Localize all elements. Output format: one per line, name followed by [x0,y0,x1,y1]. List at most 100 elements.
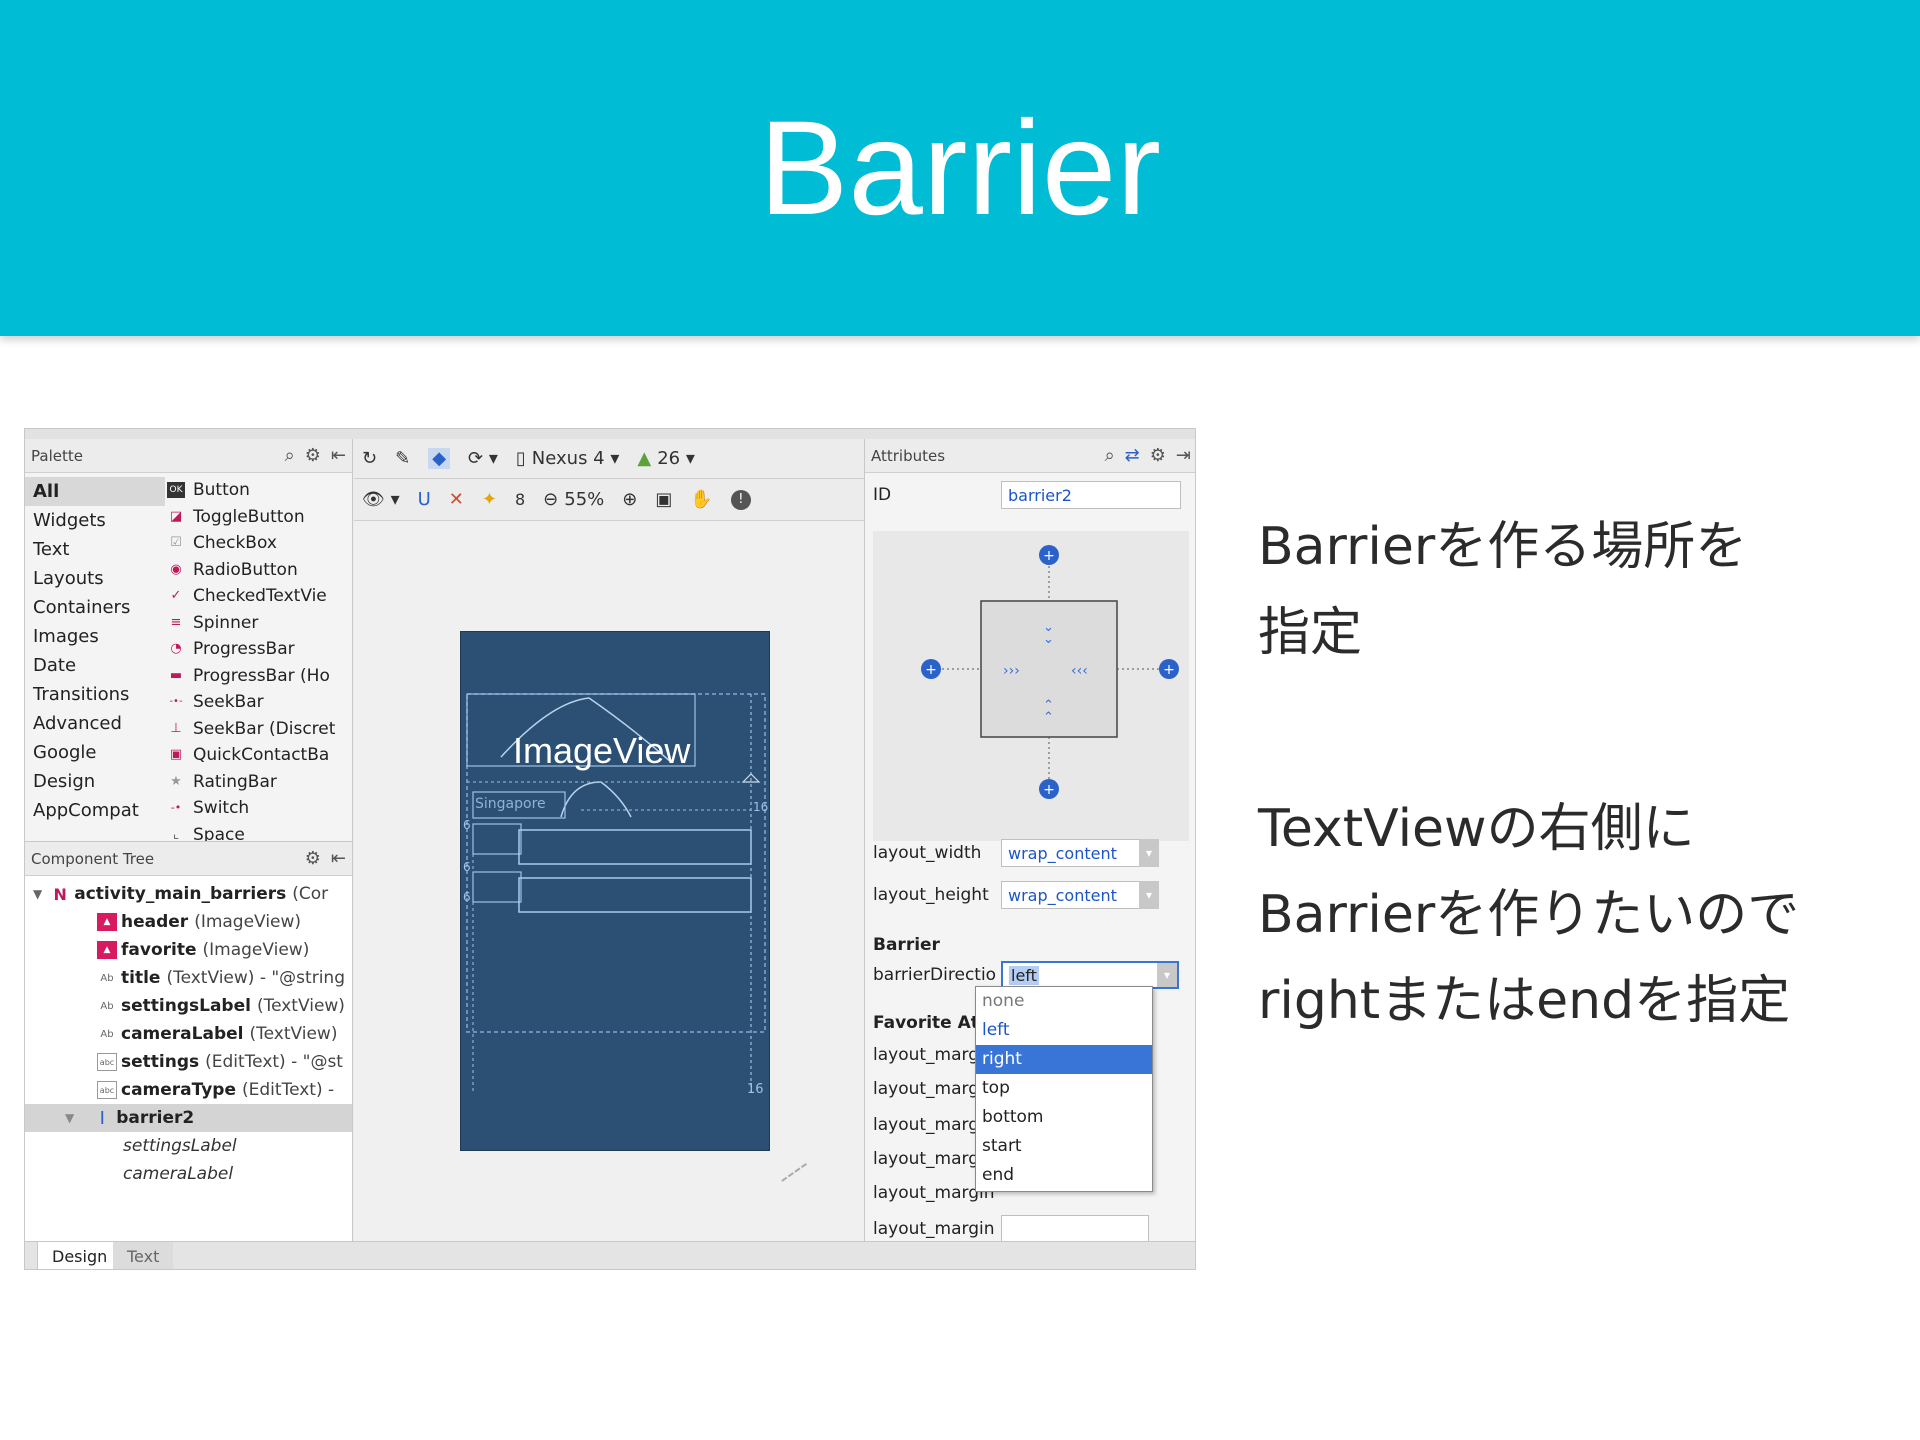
palette-category-advanced[interactable]: Advanced [25,709,165,738]
blueprint-phone[interactable]: ImageView Singapore 16 16 6 6 6 [460,631,770,1151]
table-row[interactable]: abc cameraType (EditText) - [25,1076,352,1104]
refresh-icon[interactable]: ↻ [362,448,377,469]
palette-item[interactable]: OK Button [167,477,353,504]
palette-category-transitions[interactable]: Transitions [25,680,165,709]
palette-category-layouts[interactable]: Layouts [25,564,165,593]
svg-text:+: + [1043,548,1055,564]
singapore-tag: Singapore [475,796,546,812]
palette-item[interactable]: -• Switch [167,795,353,822]
expand-arrow-icon[interactable]: ▼ [33,887,42,901]
orientation-icon[interactable]: ⟳ ▾ [468,448,498,469]
tree-row-barrier[interactable]: ▼ I barrier2 [25,1104,352,1132]
palette-item-label: Button [193,480,250,500]
palette-item[interactable]: ✓ CheckedTextVie [167,583,353,610]
default-margin[interactable]: 8 [515,490,525,509]
slide-title: Barrier [758,93,1162,243]
dropdown-option-bottom[interactable]: bottom [976,1103,1152,1132]
layout-margin-input[interactable] [1001,1215,1149,1243]
tree-row-root[interactable]: ▼ N activity_main_barriers (Cor [25,880,352,908]
dropdown-option-right[interactable]: right [976,1045,1152,1074]
palette-item[interactable]: ★ RatingBar [167,769,353,796]
id-input[interactable]: barrier2 [1001,481,1181,509]
eye-icon[interactable]: 👁 ▾ [362,489,400,510]
infer-constraints-icon[interactable]: ✦ [482,489,497,510]
swap-view-icon[interactable]: ⇄ [1125,445,1140,466]
zoom-out-icon[interactable]: ⊖ [543,489,558,510]
chevron-down-icon[interactable]: ▾ [1157,963,1177,987]
table-row[interactable]: Ab cameraLabel (TextView) [25,1020,352,1048]
collapse-panel-icon[interactable]: ⇤ [331,848,346,869]
palette-item[interactable]: ▬ ProgressBar (Ho [167,663,353,690]
switch-icon: -• [170,801,182,814]
api-selector[interactable]: ▲ 26 ▾ [637,448,695,469]
toggle-button-icon: ◪ [169,508,183,524]
gear-icon[interactable]: ⚙ [305,445,321,466]
dropdown-option-top[interactable]: top [976,1074,1152,1103]
layout-height-select[interactable]: wrap_content [1001,881,1149,909]
hide-panel-icon[interactable]: ⇥ [1176,445,1191,466]
canvas-toolbar-top: ↻ ✎ ◆ ⟳ ▾ ▯ Nexus 4 ▾ ▲ 26 ▾ [354,439,864,479]
palette-item[interactable]: ◔ ProgressBar [167,636,353,663]
gear-icon[interactable]: ⚙ [1150,445,1166,466]
palette-category-containers[interactable]: Containers [25,593,165,622]
palette-item[interactable]: ▣ QuickContactBa [167,742,353,769]
search-icon[interactable]: ⌕ [1105,445,1115,466]
palette-category-google[interactable]: Google [25,738,165,767]
collapse-panel-icon[interactable]: ⇤ [331,445,346,466]
palette-item[interactable]: ⌞ Space [167,822,353,842]
tree-barrier-name: barrier2 [116,1108,195,1128]
tree-barrier-reference[interactable]: settingsLabel [25,1132,352,1160]
palette-item[interactable]: ☑ CheckBox [167,530,353,557]
image-icon: ▲ [97,941,117,959]
layout-width-select[interactable]: wrap_content [1001,839,1149,867]
palette-category-images[interactable]: Images [25,622,165,651]
attr-layout-margin-label: layout_margin [873,1219,995,1239]
palette-item[interactable]: ◪ ToggleButton [167,504,353,531]
dropdown-option-end[interactable]: end [976,1161,1152,1190]
palette-item[interactable]: -•- SeekBar [167,689,353,716]
table-row[interactable]: ▲ favorite (ImageView) [25,936,352,964]
api-level: 26 [657,448,681,469]
clear-constraints-icon[interactable]: ✕ [449,489,464,510]
resize-handle-icon[interactable] [770,1148,808,1182]
table-row[interactable]: Ab title (TextView) - "@string [25,964,352,992]
tree-root-name: activity_main_barriers [74,884,287,904]
chevron-down-icon[interactable]: ▾ [1139,881,1159,909]
chevron-down-icon[interactable]: ▾ [1139,839,1159,867]
table-row[interactable]: abc settings (EditText) - "@st [25,1048,352,1076]
palette-category-widgets[interactable]: Widgets [25,506,165,535]
palette-category-all[interactable]: All [25,477,165,506]
pencil-icon[interactable]: ✎ [395,448,410,469]
barrier-direction-select[interactable]: left [1001,961,1179,989]
magnet-icon[interactable]: U [418,489,431,510]
dropdown-option-left[interactable]: left [976,1016,1152,1045]
warning-icon[interactable]: ! [730,489,751,510]
layers-icon[interactable]: ◆ [428,448,451,469]
svg-text:+: + [1043,782,1055,798]
palette-category-appcompat[interactable]: AppCompat [25,796,165,825]
palette-category-design[interactable]: Design [25,767,165,796]
pan-hand-icon[interactable]: ✋ [690,489,712,510]
palette-item[interactable]: ◉ RadioButton [167,557,353,584]
device-selector[interactable]: ▯ Nexus 4 ▾ [516,448,620,469]
ok-button-icon: OK [167,482,185,499]
palette-item[interactable]: ⊥ SeekBar (Discret [167,716,353,743]
dropdown-option-start[interactable]: start [976,1132,1152,1161]
device-name: Nexus 4 [531,448,605,469]
tree-barrier-reference[interactable]: cameraLabel [25,1160,352,1188]
zoom-in-icon[interactable]: ⊕ [622,489,637,510]
palette-item[interactable]: ≡ Spinner [167,610,353,637]
tab-design[interactable]: Design [37,1242,123,1269]
dropdown-option-none[interactable]: none [976,987,1152,1016]
expand-arrow-icon[interactable]: ▼ [65,1111,74,1125]
palette-item-label: SeekBar (Discret [193,718,336,739]
spinner-icon: ≡ [170,614,182,630]
palette-category-date[interactable]: Date [25,651,165,680]
palette-category-text[interactable]: Text [25,535,165,564]
zoom-fit-icon[interactable]: ▣ [655,489,672,510]
table-row[interactable]: Ab settingsLabel (TextView) [25,992,352,1020]
tab-text[interactable]: Text [113,1242,174,1269]
table-row[interactable]: ▲ header (ImageView) [25,908,352,936]
gear-icon[interactable]: ⚙ [305,848,321,869]
search-icon[interactable]: ⌕ [285,445,295,466]
